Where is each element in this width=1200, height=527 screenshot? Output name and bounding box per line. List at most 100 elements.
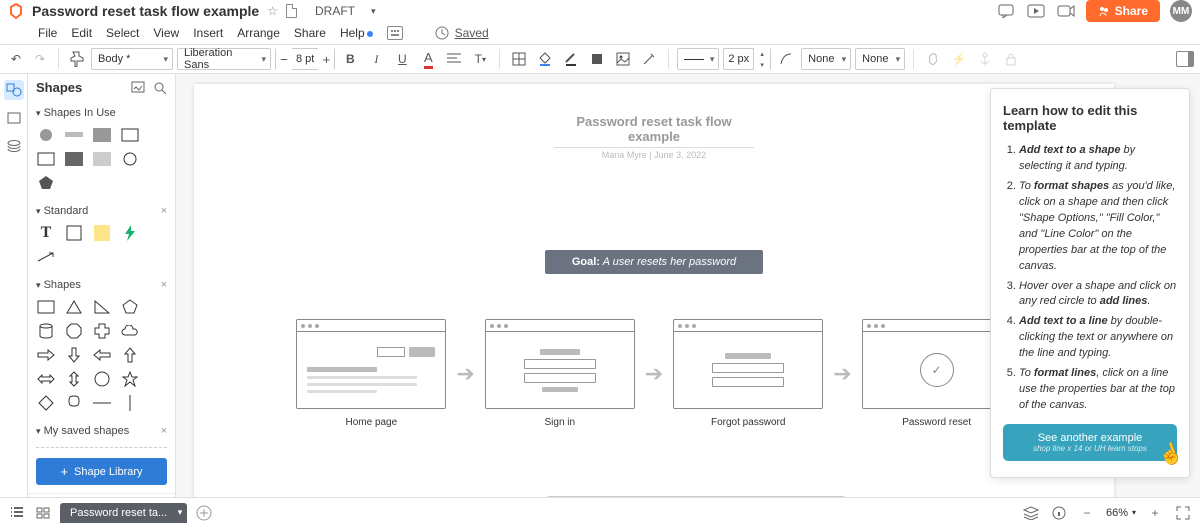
shape-diamond[interactable]: [36, 395, 56, 411]
image-icon[interactable]: [612, 48, 634, 70]
present-icon[interactable]: [1026, 3, 1046, 19]
shape-triangle[interactable]: [64, 299, 84, 315]
shapes-tool-button[interactable]: [4, 80, 24, 100]
shape-octagon[interactable]: [64, 323, 84, 339]
close-icon[interactable]: ×: [161, 425, 167, 437]
zoom-dropdown[interactable]: 66% ▾: [1106, 507, 1136, 519]
canvas-title[interactable]: Password reset task flow example: [554, 114, 754, 148]
shape-circle[interactable]: [92, 371, 112, 387]
shape-star[interactable]: [120, 371, 140, 387]
close-icon[interactable]: ×: [161, 205, 167, 217]
shape-rect-light[interactable]: [92, 151, 112, 167]
draft-status-dropdown[interactable]: DRAFT▾: [315, 4, 376, 18]
shape-rect-outline[interactable]: [120, 127, 140, 143]
app-logo[interactable]: [8, 3, 24, 19]
menu-share[interactable]: Share: [294, 26, 326, 40]
shape-circle-gray[interactable]: [36, 127, 56, 143]
container-tool-button[interactable]: [4, 108, 24, 128]
link-icon[interactable]: [922, 48, 944, 70]
add-page-button[interactable]: [195, 504, 213, 522]
see-another-button[interactable]: See another example shop line x 14 or UH…: [1003, 424, 1177, 461]
shape-arrow-updown[interactable]: [64, 371, 84, 387]
shape-box-outline[interactable]: [64, 225, 84, 241]
underline-button[interactable]: U: [391, 48, 413, 70]
anchor-icon[interactable]: [974, 48, 996, 70]
line-style-dropdown[interactable]: [677, 48, 719, 70]
arrow-start-dropdown[interactable]: None: [801, 48, 851, 70]
list-view-icon[interactable]: [8, 504, 26, 522]
section-standard-label[interactable]: Standard: [44, 205, 89, 217]
menu-help[interactable]: Help: [340, 26, 373, 40]
fill-color-button[interactable]: [534, 48, 556, 70]
shape-rect-gray-fill[interactable]: [92, 127, 112, 143]
comment-icon[interactable]: [996, 3, 1016, 19]
wireframe-forgot[interactable]: [673, 319, 823, 409]
record-icon[interactable]: [1056, 3, 1076, 19]
grid-view-icon[interactable]: [34, 504, 52, 522]
menu-insert[interactable]: Insert: [193, 26, 223, 40]
menu-arrange[interactable]: Arrange: [237, 26, 280, 40]
layers-tool-button[interactable]: [4, 136, 24, 156]
page-icon[interactable]: [286, 4, 297, 18]
info-icon[interactable]: [1050, 504, 1068, 522]
shape-hline[interactable]: [92, 395, 112, 411]
shape-right-triangle[interactable]: [92, 299, 112, 315]
line-color-button[interactable]: [560, 48, 582, 70]
saved-status[interactable]: Saved: [455, 26, 489, 40]
font-size-stepper[interactable]: − 8 pt +: [275, 48, 335, 70]
line-curve-icon[interactable]: [775, 48, 797, 70]
section-saved-label[interactable]: My saved shapes: [44, 425, 130, 437]
layers-icon[interactable]: [1022, 504, 1040, 522]
shape-line-gray[interactable]: [64, 127, 84, 143]
menu-view[interactable]: View: [153, 26, 179, 40]
text-style-dropdown[interactable]: Body *: [91, 48, 173, 70]
document-title[interactable]: Password reset task flow example: [32, 3, 259, 19]
lightning-icon[interactable]: ⚡: [948, 48, 970, 70]
shape-text[interactable]: T: [36, 225, 56, 241]
shape-rect-outline2[interactable]: [36, 151, 56, 167]
shape-pentagon[interactable]: [120, 299, 140, 315]
shape-badge[interactable]: [64, 395, 84, 411]
menu-file[interactable]: File: [38, 26, 57, 40]
fullscreen-button[interactable]: [1174, 504, 1192, 522]
shape-rect-dark[interactable]: [64, 151, 84, 167]
search-icon[interactable]: [153, 81, 167, 95]
canvas[interactable]: Password reset task flow example Maria M…: [194, 84, 1114, 500]
zoom-in-button[interactable]: +: [1146, 504, 1164, 522]
shape-arrow-left[interactable]: [92, 347, 112, 363]
text-color-button[interactable]: A: [417, 48, 439, 70]
line-width-stepper[interactable]: 2 px ▴▾: [723, 48, 771, 70]
magic-icon[interactable]: [638, 48, 660, 70]
lock-icon[interactable]: [1000, 48, 1022, 70]
shape-library-button[interactable]: +Shape Library: [36, 458, 167, 485]
shape-lightning[interactable]: [120, 225, 140, 241]
wireframe-signin[interactable]: [485, 319, 635, 409]
menu-select[interactable]: Select: [106, 26, 139, 40]
font-family-dropdown[interactable]: Liberation Sans: [177, 48, 271, 70]
shape-arrow-right[interactable]: [36, 347, 56, 363]
text-options-button[interactable]: T▾: [469, 48, 491, 70]
zoom-out-button[interactable]: −: [1078, 504, 1096, 522]
page-tab[interactable]: Password reset ta...: [60, 503, 187, 523]
avatar[interactable]: MM: [1170, 0, 1192, 22]
italic-button[interactable]: I: [365, 48, 387, 70]
goal-box[interactable]: Goal: A user resets her password: [545, 250, 763, 274]
shape-circle-outline[interactable]: [120, 151, 140, 167]
shape-pentagon-dark[interactable]: [36, 175, 56, 191]
star-icon[interactable]: ☆: [267, 4, 278, 18]
format-painter-icon[interactable]: [67, 49, 87, 69]
bold-button[interactable]: B: [339, 48, 361, 70]
section-in-use-label[interactable]: Shapes In Use: [44, 107, 116, 119]
align-button[interactable]: [443, 48, 465, 70]
font-size-decrease[interactable]: −: [276, 48, 292, 70]
shape-arrow-up[interactable]: [120, 347, 140, 363]
shape-vline[interactable]: [120, 395, 140, 411]
shape-arrow-line[interactable]: [36, 249, 56, 265]
arrow-end-dropdown[interactable]: None: [855, 48, 905, 70]
menu-edit[interactable]: Edit: [71, 26, 92, 40]
shape-cloud[interactable]: [120, 323, 140, 339]
section-shapes-label[interactable]: Shapes: [44, 279, 81, 291]
shape-rectangle[interactable]: [36, 299, 56, 315]
keyboard-icon[interactable]: [387, 26, 403, 40]
wireframe-home[interactable]: [296, 319, 446, 409]
